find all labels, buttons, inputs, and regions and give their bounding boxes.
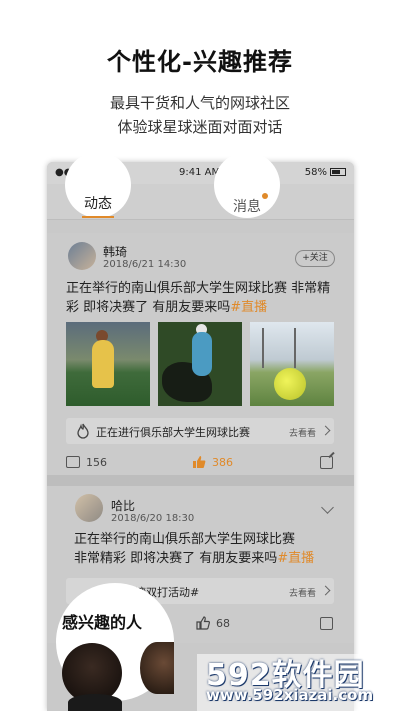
comment-icon[interactable] xyxy=(66,456,80,468)
flame-icon xyxy=(77,423,89,439)
comment-count: 156 xyxy=(86,456,107,469)
recommended-user-avatar[interactable] xyxy=(68,694,122,711)
light-pole xyxy=(262,328,264,368)
avatar[interactable] xyxy=(68,242,96,270)
share-icon[interactable] xyxy=(320,617,333,630)
feed-divider xyxy=(47,475,354,486)
post-body: 正在举行的南山俱乐部大学生网球比赛 非常精彩 即将决赛了 有朋友要来吗 xyxy=(66,281,331,315)
post-photo-3[interactable] xyxy=(250,322,334,406)
post-date: 2018/6/20 18:30 xyxy=(111,513,195,524)
player-body xyxy=(192,332,212,376)
post-body-line-1: 正在举行的南山俱乐部大学生网球比赛 xyxy=(74,532,296,547)
live-bar-text: 正在进行俱乐部大学生网球比赛 xyxy=(96,426,250,439)
watermark-url: www.592xiazai.com xyxy=(206,686,374,704)
unread-dot xyxy=(262,193,268,199)
recommended-user-avatar[interactable] xyxy=(140,642,174,694)
post-date: 2018/6/21 14:30 xyxy=(103,259,187,270)
like-count: 68 xyxy=(216,617,230,630)
battery-indicator: 58% xyxy=(305,167,346,178)
tab-dynamic[interactable]: 动态 xyxy=(65,193,131,213)
subtitle-line-1: 最具干货和人气的网球社区 xyxy=(109,94,290,112)
player-body xyxy=(92,340,114,388)
headline: 个性化-兴趣推荐 xyxy=(107,48,293,76)
avatar[interactable] xyxy=(75,494,103,522)
post-body: 非常精彩 即将决赛了 有朋友要来吗 xyxy=(74,551,278,566)
post-username[interactable]: 哈比 xyxy=(111,497,135,514)
live-bar-link[interactable]: 去看看 xyxy=(289,426,316,439)
battery-percent: 58% xyxy=(304,167,327,178)
subtitle-line-2: 体验球星球迷面对面对话 xyxy=(117,118,283,136)
event-bar-link[interactable]: 去看看 xyxy=(289,586,316,599)
hashtag-link[interactable]: #直播 xyxy=(230,300,267,315)
like-count: 386 xyxy=(212,456,233,469)
post-text: 正在举行的南山俱乐部大学生网球比赛 非常精彩 即将决赛了 有朋友要来吗#直播 xyxy=(66,279,341,317)
battery-icon xyxy=(330,168,346,176)
tab-messages[interactable]: 消息 xyxy=(214,196,280,216)
tab-active-underline xyxy=(82,216,114,218)
thumbs-up-icon[interactable] xyxy=(196,616,210,630)
post-photo-1[interactable] xyxy=(66,322,150,406)
tennis-ball xyxy=(274,368,306,400)
post-photo-2[interactable] xyxy=(158,322,242,406)
post-text: 正在举行的南山俱乐部大学生网球比赛 非常精彩 即将决赛了 有朋友要来吗#直播 xyxy=(74,530,339,568)
hashtag-link[interactable]: #直播 xyxy=(277,551,314,566)
thumbs-up-icon[interactable] xyxy=(192,455,206,469)
light-pole xyxy=(294,328,296,368)
post-username[interactable]: 韩琦 xyxy=(103,243,127,260)
post-body-line-2: 非常精彩 即将决赛了 有朋友要来吗#直播 xyxy=(74,549,339,568)
share-icon[interactable] xyxy=(320,456,333,469)
follow-button[interactable]: +关注 xyxy=(295,250,335,267)
interest-label: 感兴趣的人 xyxy=(62,613,143,632)
